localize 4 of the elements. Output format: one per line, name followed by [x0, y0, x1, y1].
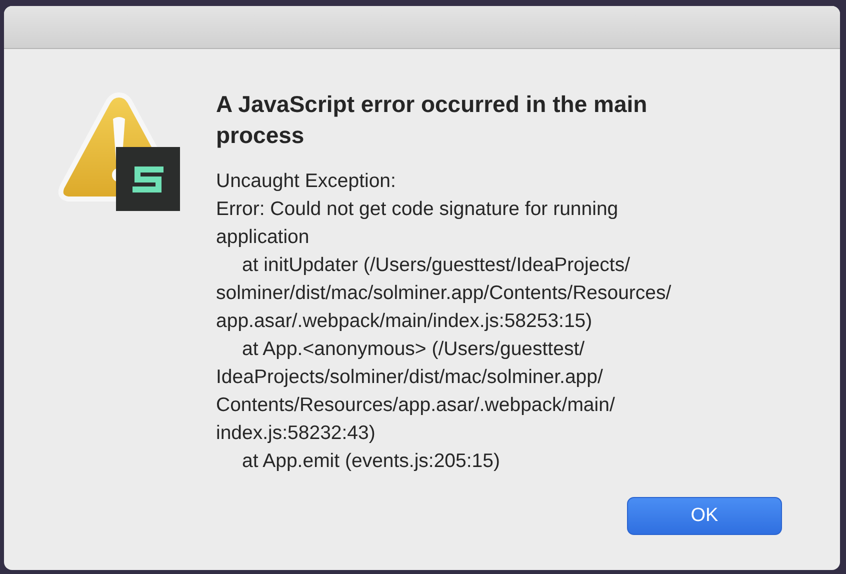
ok-button[interactable]: OK	[627, 497, 782, 535]
dialog-title: A JavaScript error occurred in the main process	[216, 90, 648, 150]
error-message: Uncaught Exception: Error: Could not get code signature for running application at initUpdater (/Users/guesttest/IdeaProjects/ solminer/dist/mac/solminer.app/Contents/Resources/ app.asar/.webpack/main/index.js:58253:15) at App.<anonymous> (/Users/guesttest/ IdeaProjects/solminer/dist/mac/solminer.app/ Contents/Resources/app.asar/.webpack/main/ index.js:58232:43) at App.emit (events.js:205:15)	[216, 169, 672, 474]
app-logo-icon	[116, 147, 180, 211]
